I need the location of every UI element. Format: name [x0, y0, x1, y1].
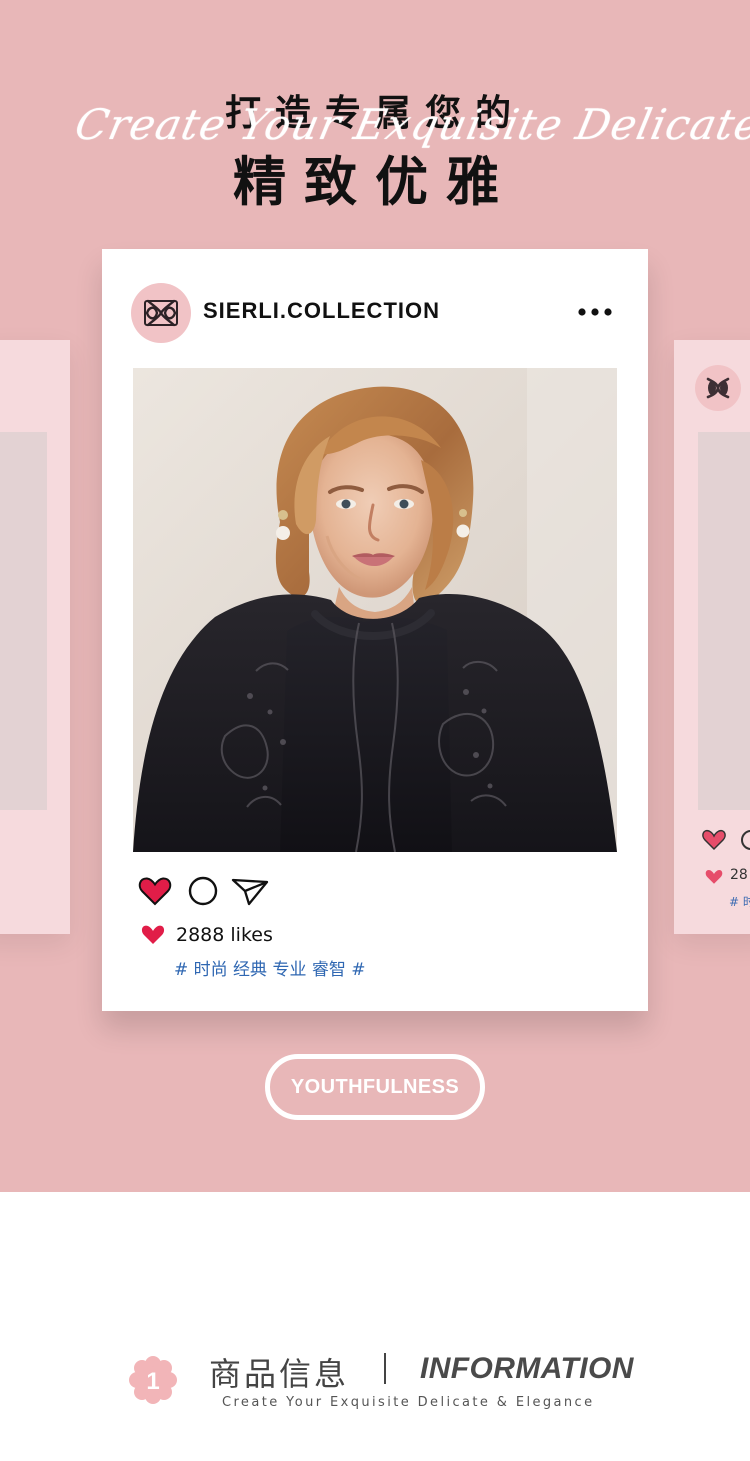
more-options-button[interactable] — [575, 304, 615, 320]
hero-heading-large: 精致优雅 — [233, 152, 517, 213]
side-photo-placeholder-left — [0, 432, 47, 810]
side-post-card-right: 28 # 时 — [674, 340, 750, 934]
section-subtitle: Create Your Exquisite Delicate & Eleganc… — [222, 1395, 595, 1410]
section-number-badge: 1 — [129, 1356, 177, 1404]
hashtags[interactable]: # 时尚 经典 专业 睿智 # — [174, 955, 366, 980]
section-divider — [384, 1353, 386, 1384]
brand-logo-icon — [695, 365, 741, 411]
side-photo-placeholder-right — [698, 432, 750, 810]
product-info-section: 1 商品信息 INFORMATION Create Your Exquisite… — [0, 1192, 750, 1461]
brand-logo-icon — [144, 299, 178, 327]
youthfulness-badge-button[interactable]: YOUTHFULNESS — [265, 1054, 485, 1120]
section-title-chinese: 商品信息 — [209, 1355, 350, 1393]
small-heart-icon — [705, 869, 723, 884]
section-number: 1 — [146, 1368, 159, 1395]
badge-label: YOUTHFULNESS — [290, 1075, 460, 1098]
fashion-model-image — [133, 368, 617, 852]
send-icon — [231, 878, 269, 906]
like-button[interactable] — [138, 874, 172, 908]
more-dots-icon — [578, 308, 612, 316]
hero-banner: 打造专属您的 Create Your Exquisite Delicate & … — [0, 0, 750, 1192]
section-title-english: INFORMATION — [420, 1352, 634, 1385]
comment-icon — [188, 876, 218, 906]
likes-count: 2888 likes — [176, 924, 273, 946]
post-photo — [133, 368, 617, 852]
social-post-card: SIERLI.COLLECTION 2888 likes # 时尚 经典 专业 … — [102, 249, 648, 1011]
side-post-card-left — [0, 340, 70, 934]
comment-button[interactable] — [186, 874, 220, 908]
likes-heart-icon — [141, 925, 165, 944]
share-button[interactable] — [230, 874, 270, 908]
heart-icon — [702, 829, 726, 851]
side-likes-preview: 28 — [730, 867, 748, 883]
hero-script-text: Create Your Exquisite Delicate & Eleganc… — [70, 100, 750, 149]
comment-icon — [741, 830, 750, 850]
side-tags-preview: # 时 — [729, 895, 750, 909]
post-action-row — [138, 874, 278, 908]
avatar[interactable] — [131, 283, 191, 343]
account-name[interactable]: SIERLI.COLLECTION — [203, 298, 440, 324]
heart-icon — [138, 877, 172, 906]
